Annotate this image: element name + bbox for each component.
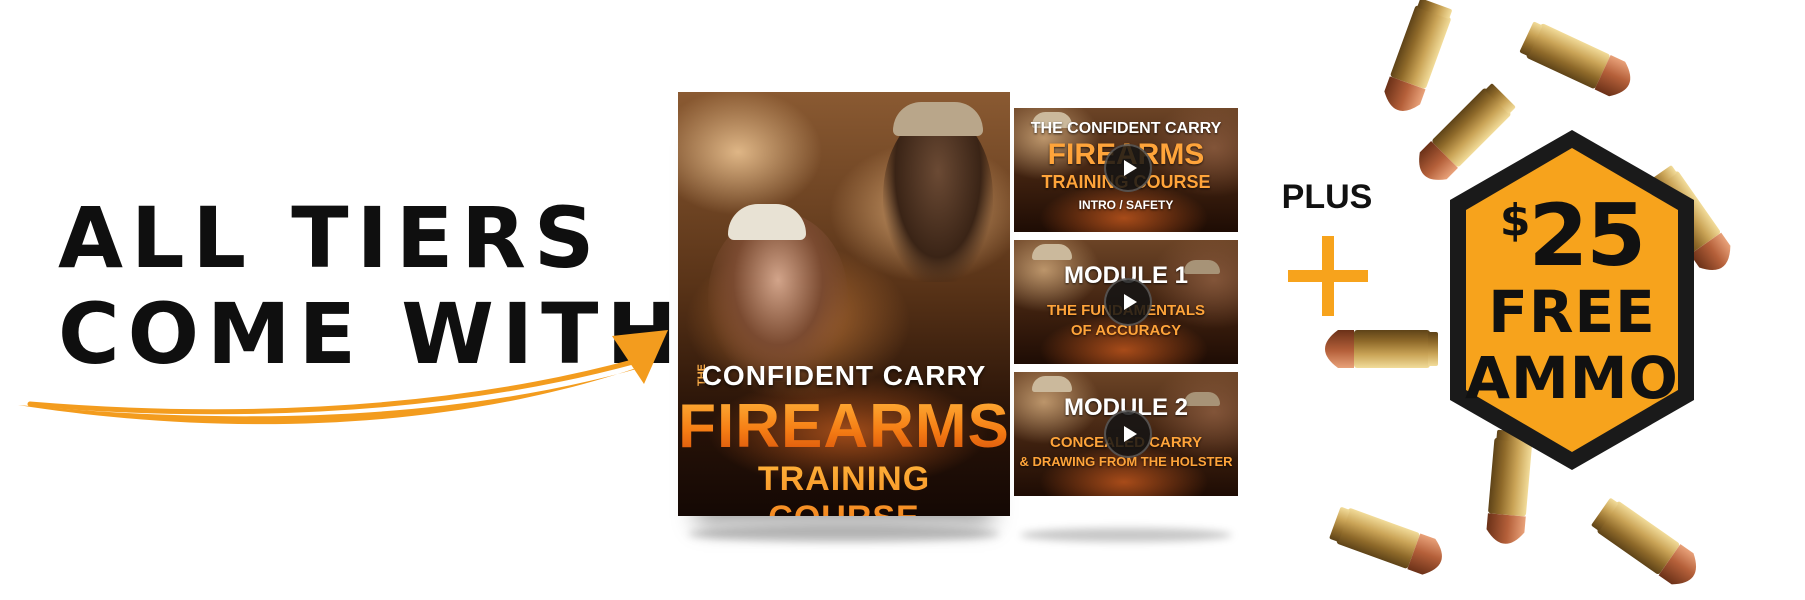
curved-arrow-icon (18, 330, 668, 425)
instructor-figure (883, 112, 993, 282)
student-cap (728, 204, 806, 240)
thumbnail-subtitle: INTRO / SAFETY (1078, 198, 1174, 212)
cover-title-line-3: TRAINING COURSE (678, 460, 1010, 516)
thumbnail-title-line-1: THE CONFIDENT CARRY (1030, 120, 1222, 137)
offer-text: $25 FREE AMMO (1440, 178, 1704, 411)
video-thumbnail-intro[interactable]: THE CONFIDENT CARRY FIREARMS TRAINING CO… (1014, 108, 1238, 232)
instructor-cap (893, 102, 983, 136)
video-thumbnail-module-1[interactable]: MODULE 1 THE FUNDAMENTALS OF ACCURACY (1014, 240, 1238, 364)
cover-shadow (688, 526, 1000, 542)
offer-amount: 25 (1528, 186, 1646, 286)
play-icon[interactable] (1104, 410, 1152, 458)
video-thumbnail-module-2[interactable]: MODULE 2 CONCEALED CARRY & DRAWING FROM … (1014, 372, 1238, 496)
thumbnail-figure (1032, 376, 1072, 392)
cover-title-line-2: FIREARMS (678, 392, 1010, 461)
cover-title-line-1: CONFIDENT CARRY (701, 360, 987, 391)
course-cover: THE CONFIDENT CARRY FIREARMS TRAINING CO… (678, 92, 1010, 516)
play-icon[interactable] (1104, 144, 1152, 192)
cover-title: CONFIDENT CARRY FIREARMS TRAINING COURSE (678, 360, 1010, 516)
play-icon[interactable] (1104, 278, 1152, 326)
thumbnail-figure (1032, 244, 1072, 260)
offer-line-1: FREE (1488, 278, 1656, 346)
offer-price: $25 (1440, 178, 1704, 279)
offer-currency: $ (1499, 195, 1531, 246)
thumbnail-shadow (1020, 528, 1232, 542)
offer-line-2: AMMO (1465, 344, 1679, 412)
